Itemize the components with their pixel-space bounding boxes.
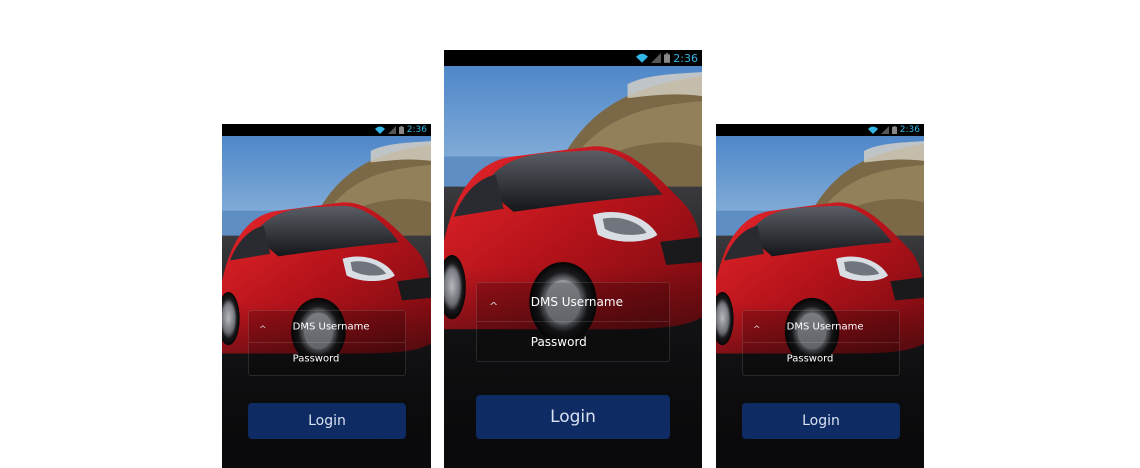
status-time: 2:36: [406, 125, 427, 135]
status-time: 2:36: [673, 51, 698, 65]
status-bar: 2:36: [222, 124, 431, 136]
username-label: DMS Username: [292, 321, 370, 332]
status-bar: 2:36: [716, 124, 924, 136]
username-field[interactable]: DMS Username: [249, 311, 405, 343]
battery-icon: [664, 53, 671, 63]
login-form: ^ DMS Username Password: [476, 282, 670, 362]
username-field[interactable]: DMS Username: [743, 311, 899, 343]
status-time: 2:36: [899, 125, 920, 135]
password-field[interactable]: Password: [477, 322, 669, 361]
battery-icon: [398, 126, 404, 134]
wifi-icon: [374, 126, 385, 134]
status-bar: 2:36: [444, 50, 702, 66]
password-label: Password: [530, 334, 587, 349]
phone-screen-center: 2:36 ^ DMS Username Password Login: [444, 50, 702, 468]
password-label: Password: [786, 353, 834, 365]
username-field[interactable]: DMS Username: [477, 283, 669, 322]
signal-icon: [651, 53, 662, 63]
wifi-icon: [867, 126, 878, 134]
phone-screen-right: 2:36 ^ DMS Username Password Login: [716, 124, 924, 468]
password-field[interactable]: Password: [249, 343, 405, 375]
battery-icon: [891, 126, 897, 134]
login-button[interactable]: Login: [248, 403, 406, 439]
login-form: ^ DMS Username Password: [742, 310, 900, 376]
signal-icon: [387, 126, 396, 134]
username-label: DMS Username: [786, 321, 864, 332]
password-label: Password: [292, 353, 340, 365]
login-form: ^ DMS Username Password: [248, 310, 406, 376]
login-button[interactable]: Login: [742, 403, 900, 439]
login-button[interactable]: Login: [476, 395, 670, 439]
wifi-icon: [636, 53, 649, 63]
phone-screen-left: 2:36 ^ DMS Username Password Login: [222, 124, 431, 468]
signal-icon: [880, 126, 889, 134]
password-field[interactable]: Password: [743, 343, 899, 375]
username-label: DMS Username: [530, 295, 623, 309]
